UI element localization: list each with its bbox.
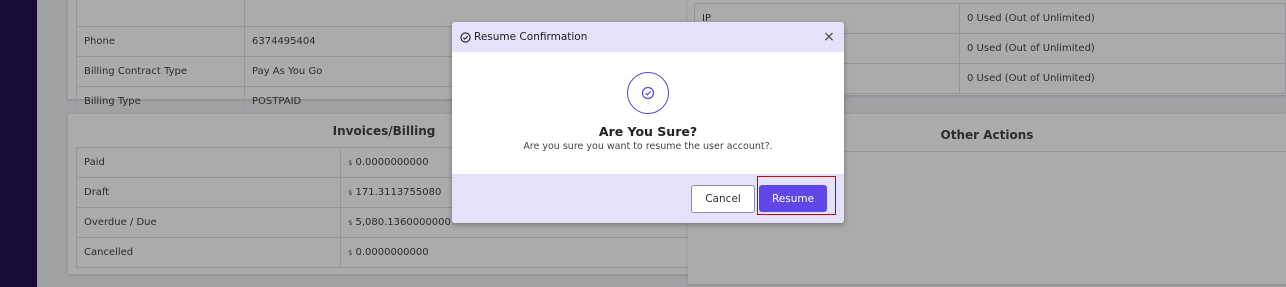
check-circle-icon <box>460 31 471 43</box>
resume-button[interactable]: Resume <box>759 185 827 212</box>
close-icon[interactable]: × <box>822 29 836 45</box>
confirm-heading: Are You Sure? <box>598 124 698 139</box>
modal-body: Are You Sure? Are you sure you want to r… <box>452 52 844 174</box>
check-circle-icon <box>627 72 669 114</box>
modal-footer: Cancel Resume <box>452 174 844 223</box>
resume-confirmation-dialog: Resume Confirmation × Are You Sure? Are … <box>452 22 844 223</box>
confirm-message: Are you sure you want to resume the user… <box>523 141 773 152</box>
cancel-button[interactable]: Cancel <box>691 185 755 213</box>
modal-title: Resume Confirmation <box>474 31 588 43</box>
modal-header: Resume Confirmation × <box>452 22 844 52</box>
